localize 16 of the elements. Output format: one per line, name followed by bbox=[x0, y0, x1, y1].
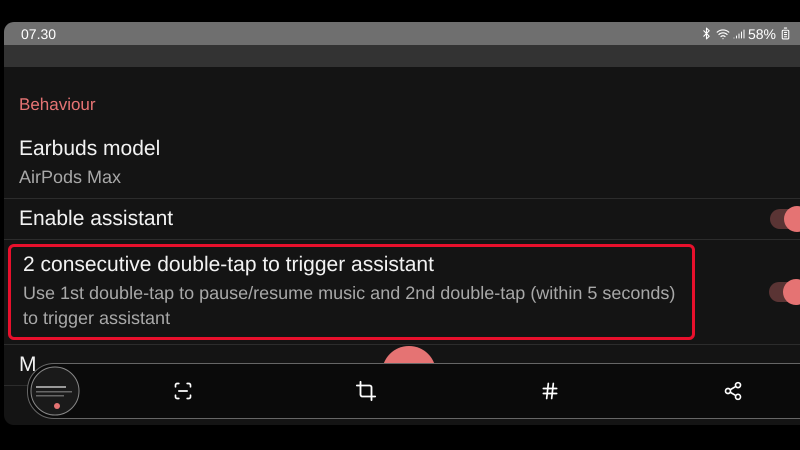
setting-description: AirPods Max bbox=[19, 166, 122, 189]
share-icon bbox=[722, 381, 743, 401]
setting-title[interactable]: Enable assistant bbox=[19, 207, 174, 231]
section-header: Behaviour bbox=[18, 95, 97, 116]
setting-title[interactable]: 2 consecutive double-tap to trigger assistant bbox=[23, 253, 434, 277]
toggle-switch[interactable] bbox=[769, 282, 800, 302]
toggle-switch[interactable] bbox=[770, 209, 800, 229]
hash-icon bbox=[540, 381, 560, 401]
battery-level: 58% bbox=[748, 26, 776, 42]
battery-icon bbox=[779, 27, 792, 40]
time: 07.30 bbox=[21, 26, 56, 42]
wifi-icon bbox=[716, 26, 730, 40]
setting-description: Use 1st double-tap to pause/resume music and 2nd double-tap (within 5 seconds) to trigger assistant bbox=[23, 282, 676, 330]
crop-icon bbox=[355, 380, 378, 402]
setting-title[interactable]: Earbuds model bbox=[19, 137, 160, 161]
scan-icon bbox=[173, 381, 193, 401]
